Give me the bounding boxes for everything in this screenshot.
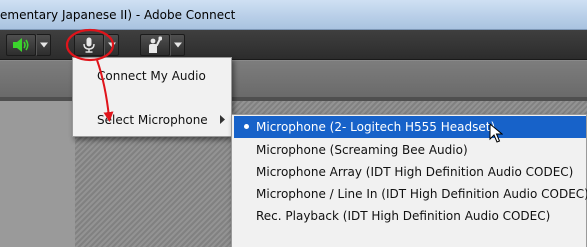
microphone-option-label: Microphone Array (IDT High Definition Au… <box>256 165 574 179</box>
speaker-dropdown-button[interactable] <box>36 34 51 56</box>
chevron-down-icon <box>107 42 116 48</box>
chevron-right-icon <box>220 115 225 124</box>
microphone-option-rec-playback[interactable]: Rec. Playback (IDT High Definition Audio… <box>232 205 586 227</box>
microphone-option-label: Microphone / Line In (IDT High Definitio… <box>256 187 587 201</box>
menu-item-select-microphone[interactable]: Select Microphone <box>73 109 231 131</box>
microphone-button[interactable] <box>74 34 104 56</box>
raise-hand-button[interactable] <box>140 34 170 56</box>
microphone-option-label: Microphone (2- Logitech H555 Headset) <box>256 120 496 134</box>
mouse-cursor-icon <box>489 123 503 143</box>
microphone-option-logitech[interactable]: Microphone (2- Logitech H555 Headset) <box>234 116 586 138</box>
speaker-button[interactable] <box>6 34 36 56</box>
selected-radio-icon <box>244 124 249 129</box>
microphone-dropdown-button[interactable] <box>104 34 119 56</box>
microphone-option-label: Microphone (Screaming Bee Audio) <box>256 143 468 157</box>
menu-item-connect-my-audio[interactable]: Connect My Audio <box>73 65 231 87</box>
chevron-down-icon <box>39 42 48 48</box>
window-title: ementary Japanese II) - Adobe Connect <box>0 8 236 22</box>
microphone-icon <box>83 37 95 53</box>
title-bar: ementary Japanese II) - Adobe Connect <box>0 0 587 30</box>
menu-item-label: Select Microphone <box>97 113 208 127</box>
raise-hand-dropdown-button[interactable] <box>170 34 185 56</box>
chevron-down-icon <box>173 42 182 48</box>
menu-item-label: Connect My Audio <box>97 69 206 83</box>
audio-menu: Connect My Audio Select Microphone <box>72 57 232 137</box>
microphone-option-screaming-bee[interactable]: Microphone (Screaming Bee Audio) <box>232 139 586 161</box>
microphone-submenu: Microphone (2- Logitech H555 Headset) Mi… <box>231 114 587 247</box>
speaker-icon <box>13 38 29 52</box>
microphone-option-label: Rec. Playback (IDT High Definition Audio… <box>256 209 551 223</box>
microphone-option-line-in[interactable]: Microphone / Line In (IDT High Definitio… <box>232 183 587 205</box>
side-pod-panel <box>0 101 75 247</box>
microphone-option-array[interactable]: Microphone Array (IDT High Definition Au… <box>232 161 586 183</box>
meeting-toolbar <box>0 30 587 60</box>
raise-hand-icon <box>149 36 162 53</box>
